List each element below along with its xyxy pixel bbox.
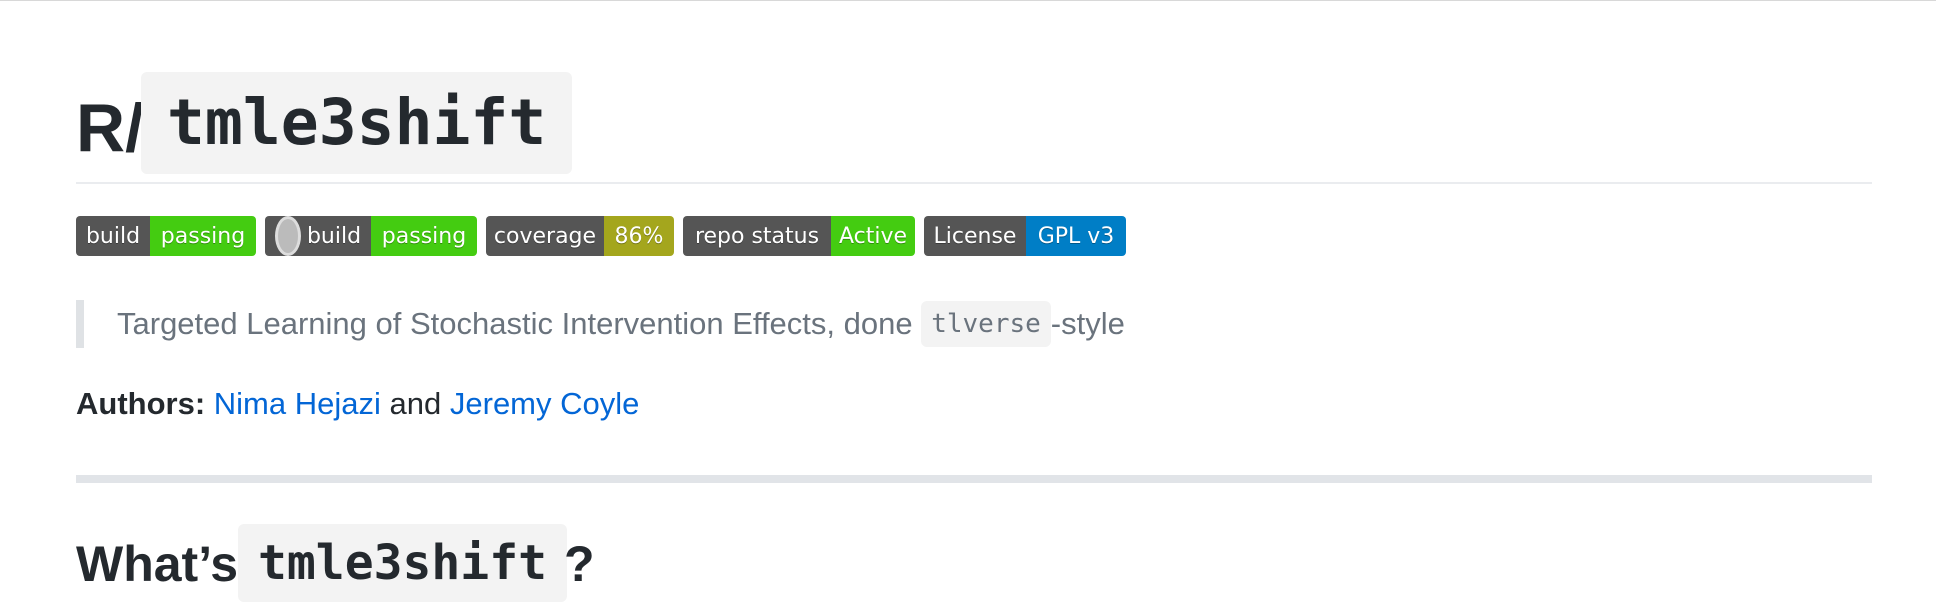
build-status-badge[interactable]: build passing (76, 216, 256, 256)
authors-joiner: and (389, 386, 442, 421)
description-text-part: -style (1050, 306, 1125, 341)
authors-line: Authors: Nima Hejazi and Jeremy Coyle (76, 384, 639, 424)
section-divider (76, 475, 1872, 483)
package-name-code: tmle3shift (141, 72, 573, 174)
badge-label: build (306, 223, 362, 249)
repo-status-badge[interactable]: repo status Active (683, 216, 915, 256)
heading-package-code: tmle3shift (238, 524, 567, 602)
page-title: R/ tmle3shift (76, 70, 1872, 184)
title-prefix: R/ (76, 90, 144, 166)
badge-value: passing (150, 216, 256, 256)
heading-prefix: What’s (76, 536, 239, 592)
badge-label: build (76, 216, 150, 256)
appveyor-icon (274, 216, 301, 256)
appveyor-build-badge[interactable]: build passing (265, 216, 477, 256)
badge-value: GPL v3 (1026, 216, 1126, 256)
tlverse-code: tlverse (921, 301, 1051, 347)
heading-suffix: ? (564, 536, 595, 592)
badge-value: passing (371, 216, 477, 256)
badge-label: License (924, 216, 1026, 256)
description-text-part: Targeted Learning of Stochastic Interven… (117, 306, 922, 341)
badge-label: coverage (486, 216, 604, 256)
author-link-nima-hejazi[interactable]: Nima Hejazi (214, 386, 381, 421)
authors-label: Authors: (76, 386, 206, 421)
badge-value: 86% (604, 216, 674, 256)
description-text: Targeted Learning of Stochastic Interven… (117, 300, 1125, 348)
description-blockquote: Targeted Learning of Stochastic Interven… (76, 300, 1284, 348)
license-badge[interactable]: License GPL v3 (924, 216, 1126, 256)
author-link-jeremy-coyle[interactable]: Jeremy Coyle (450, 386, 640, 421)
badge-label: repo status (683, 216, 831, 256)
badge-value: Active (831, 216, 915, 256)
coverage-badge[interactable]: coverage 86% (486, 216, 674, 256)
